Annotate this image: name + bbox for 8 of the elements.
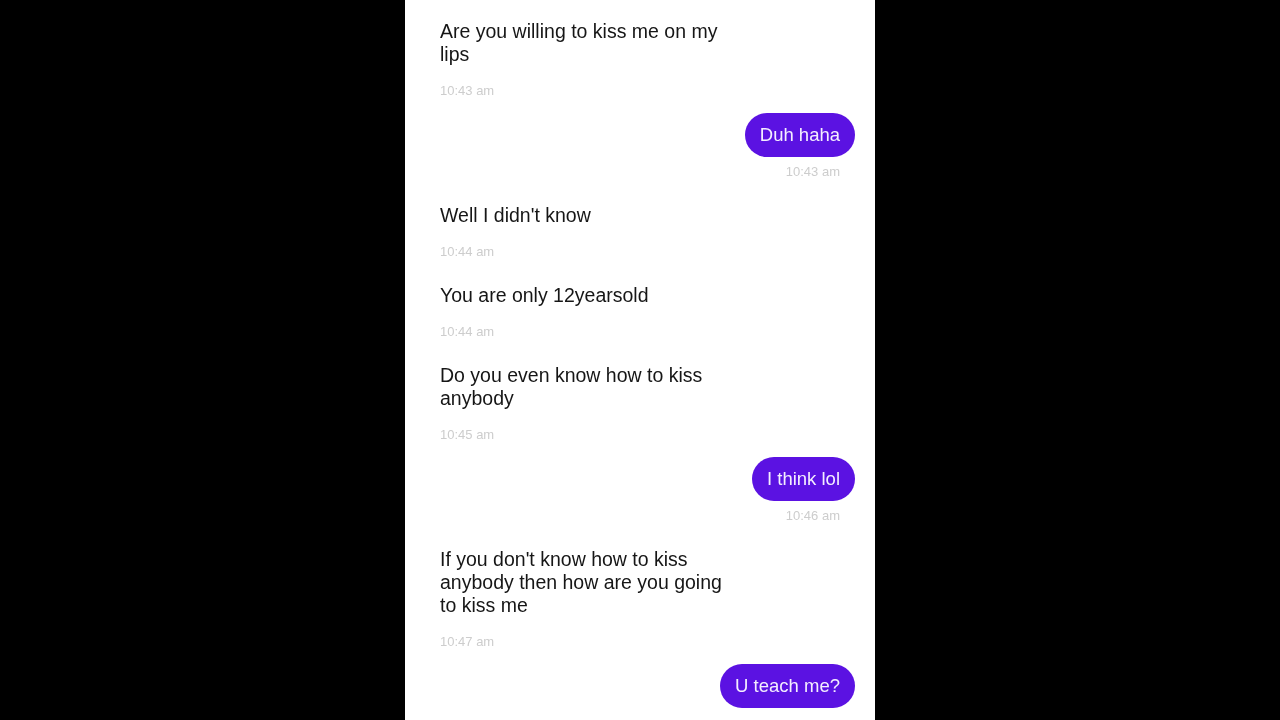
message-text: You are only 12yearsold — [440, 284, 649, 307]
message-bubble: Duh haha — [744, 113, 855, 157]
message-text: Do you even know how to kiss anybody — [440, 364, 704, 410]
message-text: Well I didn't know — [440, 204, 591, 227]
message-bubble: I think lol — [752, 457, 855, 501]
message-text: Are you willing to kiss me on my lips — [440, 20, 719, 66]
message-text: If you don't know how to kiss anybody then how are you going to kiss me — [440, 548, 723, 617]
message-bubble: U teach me? — [720, 664, 855, 708]
